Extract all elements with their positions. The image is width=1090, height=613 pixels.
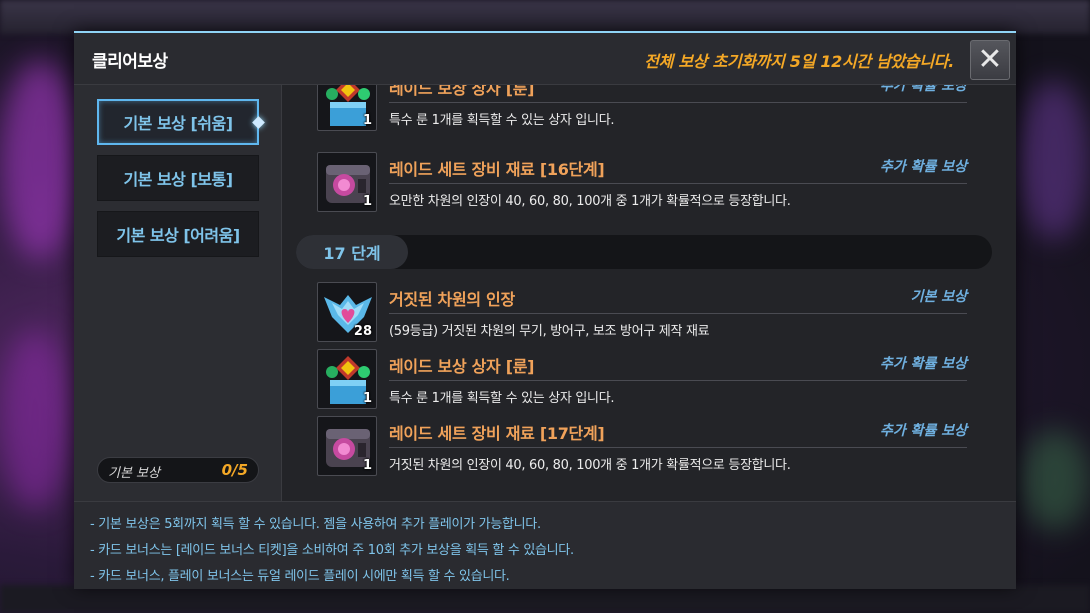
reset-notice: 전체 보상 초기화까지 5일 12시간 남았습니다. (644, 52, 954, 71)
item-reward-type: 추가 확률 보상 (879, 356, 967, 372)
info-line: - 카드 보너스는 [레이드 보너스 티켓]을 소비하여 주 10회 추가 보상… (90, 543, 574, 558)
difficulty-sidebar: 기본 보상 [쉬움] 기본 보상 [보통] 기본 보상 [어려움] 기본 보상 … (74, 85, 282, 501)
item-reward-type: 추가 확률 보상 (879, 423, 967, 439)
basic-reward-progress: 기본 보상 0/5 (97, 457, 259, 483)
background-blur (1020, 430, 1090, 530)
reward-item: 1 레이드 세트 장비 재료 [17단계] 추가 확률 보상 거짓된 차원의 인… (317, 416, 967, 478)
background-blur (0, 60, 80, 260)
tab-label: 기본 보상 [쉬움] (123, 114, 233, 133)
item-name: 거짓된 차원의 인장 (389, 290, 515, 309)
divider (389, 183, 967, 184)
rune-box-icon: 1 (317, 85, 377, 131)
stage-label: 17 단계 (296, 235, 408, 269)
item-reward-type: 기본 보상 (910, 289, 967, 305)
background-blur (0, 330, 70, 510)
item-description: 특수 룬 1개를 획득할 수 있는 상자 입니다. (389, 113, 615, 128)
tab-normal[interactable]: 기본 보상 [보통] (97, 155, 259, 201)
info-line: - 카드 보너스, 플레이 보너스는 듀얼 레이드 플레이 시에만 획득 할 수… (90, 569, 510, 584)
close-button[interactable]: ✕ (970, 40, 1010, 80)
set-material-icon: 1 (317, 416, 377, 476)
progress-label: 기본 보상 (108, 466, 160, 481)
divider (389, 102, 967, 103)
item-quantity: 28 (353, 324, 372, 339)
item-quantity: 1 (362, 113, 372, 128)
reward-item: 1 레이드 보상 상자 [룬] 추가 확률 보상 특수 룬 1개를 획득할 수 … (317, 349, 967, 411)
info-line: - 기본 보상은 5회까지 획득 할 수 있습니다. 젬을 사용하여 추가 플레… (90, 517, 541, 532)
tab-label: 기본 보상 [어려움] (116, 226, 240, 245)
rune-box-icon: 1 (317, 349, 377, 409)
stage-header: 17 단계 (296, 235, 992, 269)
item-name: 레이드 보상 상자 [룬] (389, 357, 535, 376)
item-description: 거짓된 차원의 인장이 40, 60, 80, 100개 중 1개가 확률적으로… (389, 458, 791, 473)
divider (389, 313, 967, 314)
item-description: 특수 룬 1개를 획득할 수 있는 상자 입니다. (389, 391, 615, 406)
divider (389, 380, 967, 381)
dialog-header: 클리어보상 전체 보상 초기화까지 5일 12시간 남았습니다. ✕ (74, 33, 1016, 85)
item-name: 레이드 세트 장비 재료 [17단계] (389, 424, 605, 443)
item-reward-type: 추가 확률 보상 (879, 85, 967, 94)
clear-reward-dialog: 클리어보상 전체 보상 초기화까지 5일 12시간 남았습니다. ✕ 기본 보상… (74, 31, 1016, 589)
reward-item: 1 레이드 보상 상자 [룬] 추가 확률 보상 특수 룬 1개를 획득할 수 … (317, 85, 967, 133)
info-footer: - 기본 보상은 5회까지 획득 할 수 있습니다. 젬을 사용하여 추가 플레… (74, 501, 1016, 589)
tab-label: 기본 보상 [보통] (123, 170, 233, 189)
item-name: 레이드 세트 장비 재료 [16단계] (389, 160, 605, 179)
item-reward-type: 추가 확률 보상 (879, 159, 967, 175)
tab-hard[interactable]: 기본 보상 [어려움] (97, 211, 259, 257)
dialog-title: 클리어보상 (92, 52, 168, 72)
background-top-bar (0, 0, 1090, 34)
selected-indicator-icon (252, 116, 265, 129)
item-name: 레이드 보상 상자 [룬] (389, 85, 535, 98)
set-material-icon: 1 (317, 152, 377, 212)
tab-easy[interactable]: 기본 보상 [쉬움] (97, 99, 265, 145)
background-blur (1018, 80, 1090, 240)
item-quantity: 1 (362, 458, 372, 473)
reward-item: 1 레이드 세트 장비 재료 [16단계] 추가 확률 보상 오만한 차원의 인… (317, 152, 967, 214)
item-quantity: 1 (362, 391, 372, 406)
reward-item: 28 거짓된 차원의 인장 기본 보상 (59등급) 거짓된 차원의 무기, 방… (317, 282, 967, 344)
divider (389, 447, 967, 448)
item-description: 오만한 차원의 인장이 40, 60, 80, 100개 중 1개가 확률적으로… (389, 194, 791, 209)
item-quantity: 1 (362, 194, 372, 209)
item-description: (59등급) 거짓된 차원의 무기, 방어구, 보조 방어구 제작 재료 (389, 324, 710, 339)
progress-count: 0/5 (221, 461, 248, 479)
reward-list[interactable]: 1 레이드 보상 상자 [룬] 추가 확률 보상 특수 룬 1개를 획득할 수 … (282, 85, 1016, 501)
dimension-seal-icon: 28 (317, 282, 377, 342)
close-icon: ✕ (977, 42, 1003, 77)
